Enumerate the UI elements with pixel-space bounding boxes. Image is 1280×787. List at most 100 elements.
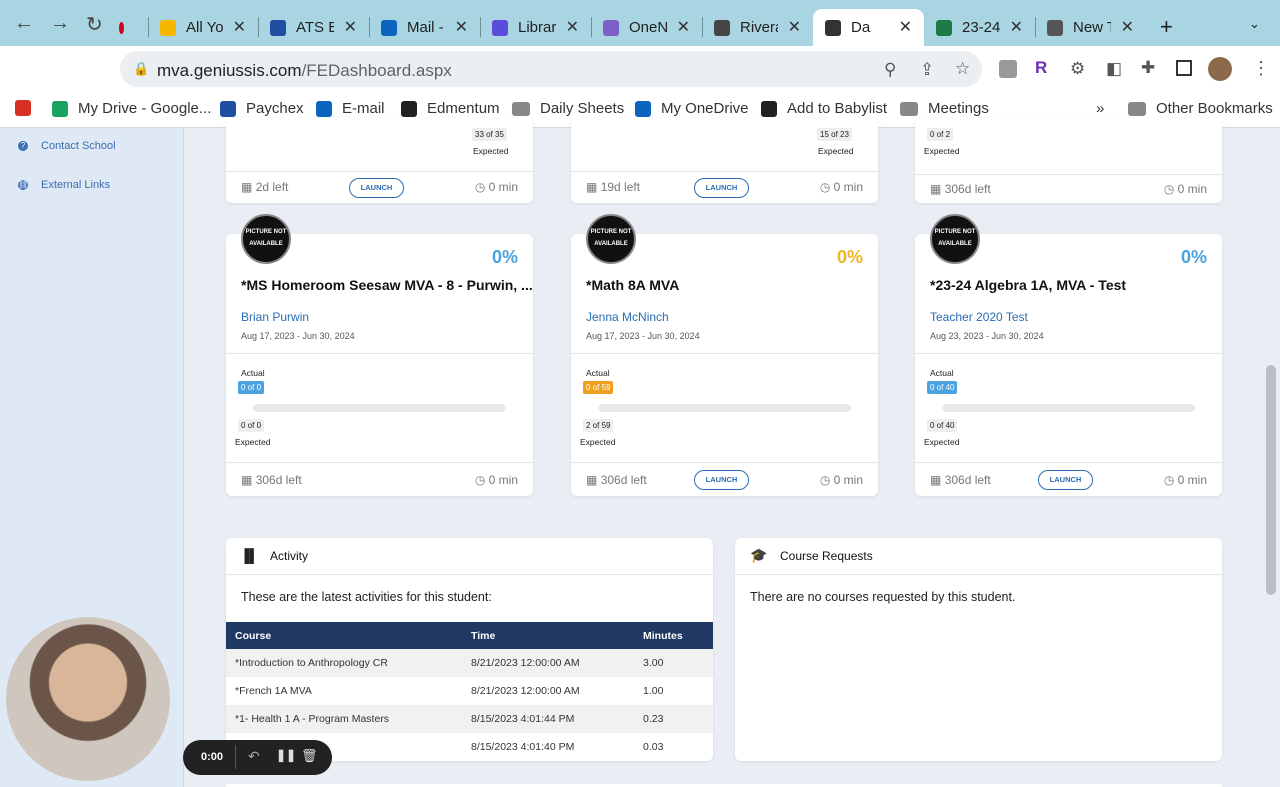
bookmark-label: Edmentum (427, 100, 500, 117)
bookmark-label: Daily Sheets (540, 100, 625, 117)
tab-4[interactable]: Library ✕ (480, 9, 591, 46)
actual-label: Actual (930, 368, 954, 378)
trash-icon[interactable]: 🗑 (301, 748, 318, 764)
expected-value: 2 of 59 (583, 419, 614, 432)
course-title[interactable]: *23-24 Algebra 1A, MVA - Test (930, 277, 1126, 293)
reload-icon[interactable]: ↻ (86, 12, 103, 37)
launch-button[interactable]: LAUNCH (694, 470, 749, 490)
edmentum-icon (401, 100, 417, 117)
lock-icon[interactable]: 🔒 (133, 61, 149, 77)
bookmark-item[interactable]: E-mail (316, 100, 385, 117)
bookmark-star-icon[interactable]: ☆ (955, 59, 970, 79)
extension-icon[interactable]: ◧ (1106, 59, 1122, 79)
tab-6[interactable]: Rivera ✕ (702, 9, 813, 46)
readwrite-extension-icon[interactable]: R (1035, 58, 1047, 78)
course-requests-panel: 🎓 Course Requests There are no courses r… (735, 538, 1222, 761)
tab-5[interactable]: OneNo ✕ (591, 9, 702, 46)
clock-icon: ◷ (474, 473, 486, 487)
pause-icon[interactable]: ❚❚ (276, 748, 296, 762)
teacher-link[interactable]: Brian Purwin (241, 310, 309, 324)
days-left-label: 306d left (944, 182, 991, 196)
minutes: ◷ 0 min (820, 473, 863, 487)
tab-1[interactable]: All You ✕ (148, 9, 258, 46)
bookmark-item[interactable] (15, 100, 41, 116)
expected-value: 0 of 40 (927, 419, 958, 432)
puzzle-icon[interactable]: ✚ (1141, 58, 1155, 78)
side-panel-icon[interactable] (1176, 60, 1192, 76)
bookmark-item[interactable]: Edmentum (401, 100, 500, 117)
close-icon[interactable]: ✕ (788, 17, 801, 37)
globe-icon (714, 19, 730, 36)
bookmarks-overflow-icon[interactable]: » (1096, 100, 1104, 117)
table-row: *1- Health 1 A - Program Masters 8/15/202… (226, 705, 713, 733)
forward-icon[interactable]: → (50, 12, 70, 35)
tab-8[interactable]: 23-24 ✕ (924, 9, 1035, 46)
tab-label: New T (1073, 19, 1111, 36)
tab-2[interactable]: ATS Ed ✕ (258, 9, 369, 46)
course-card: PICTURE NOT AVAILABLE 0% *Math 8A MVA Jenna… (571, 214, 878, 496)
column-header: Minutes (634, 622, 713, 649)
progress-track (598, 404, 851, 412)
babylist-icon (761, 100, 777, 117)
other-bookmarks[interactable]: Other Bookmarks (1128, 100, 1273, 117)
back-icon[interactable]: ← (14, 12, 34, 35)
launch-button[interactable]: LAUNCH (349, 178, 404, 198)
extension-icon[interactable]: ⚙ (1070, 59, 1085, 79)
recorder-time: 0:00 (201, 751, 224, 763)
bookmark-item[interactable]: Daily Sheets (512, 100, 624, 117)
calendar-icon: ▦ (586, 180, 598, 194)
close-icon[interactable]: ✕ (233, 17, 246, 37)
tab-3[interactable]: Mail - ✕ (369, 9, 480, 46)
table-cell: 8/21/2023 12:00:00 AM (471, 685, 580, 697)
zoom-icon[interactable]: ⚲ (884, 60, 896, 80)
close-icon[interactable]: ✕ (455, 17, 468, 37)
table-cell: 1.00 (643, 685, 664, 697)
bookmark-item[interactable]: My OneDrive (635, 100, 749, 117)
bookmark-item[interactable]: Meetings (900, 100, 989, 117)
close-icon[interactable]: ✕ (899, 17, 912, 37)
table-cell: 0.03 (643, 741, 664, 753)
tab-7[interactable]: Da ✕ (813, 9, 924, 46)
teacher-link[interactable]: Jenna McNinch (586, 310, 669, 324)
undo-icon[interactable]: ↶ (248, 748, 260, 765)
expected-label: Expected (924, 146, 960, 156)
expected-label: Expected (580, 437, 616, 447)
bookmark-item[interactable]: Paychex (220, 100, 304, 117)
close-icon[interactable]: ✕ (677, 17, 690, 37)
tab-label: ATS Ed (296, 19, 334, 36)
bookmark-item[interactable]: My Drive - Google... (52, 100, 211, 117)
close-icon[interactable]: ✕ (1121, 17, 1134, 37)
sidebar-item-contact[interactable]: ? Contact School (18, 140, 116, 152)
actual-badge: 0 of 59 (583, 381, 614, 394)
launch-button[interactable]: LAUNCH (694, 178, 749, 198)
close-icon[interactable]: ✕ (566, 17, 579, 37)
close-icon[interactable]: ✕ (344, 17, 357, 37)
scrollbar-thumb[interactable] (1266, 365, 1276, 595)
onenote-icon (603, 19, 619, 36)
url-text[interactable]: mva.geniussis.com/FEDashboard.aspx (157, 61, 452, 81)
excel-icon (936, 19, 952, 36)
table-cell: 3.00 (634, 649, 713, 677)
tab-search-icon[interactable]: ⌄ (1249, 16, 1260, 32)
expected-value: 0 of 0 (238, 419, 265, 432)
new-tab-button[interactable]: + (1160, 14, 1173, 40)
menu-icon[interactable]: ⋮ (1252, 58, 1270, 79)
folder-icon (1128, 101, 1146, 116)
avatar-text: PICTURE NOT AVAILABLE (245, 229, 287, 247)
course-title[interactable]: *Math 8A MVA (586, 277, 679, 293)
actual-badge: 0 of 40 (927, 381, 958, 394)
calendar-icon: ▦ (586, 473, 598, 487)
close-icon[interactable]: ✕ (1010, 17, 1023, 37)
profile-avatar[interactable] (1208, 57, 1232, 81)
tab-0[interactable] (112, 9, 148, 46)
share-icon[interactable]: ⇪ (920, 60, 934, 80)
extension-icon[interactable] (999, 60, 1017, 78)
days-left: ▦ 306d left (930, 473, 991, 487)
bookmark-item[interactable]: Add to Babylist (761, 100, 887, 117)
tab-9[interactable]: New T ✕ (1035, 9, 1146, 46)
table-cell: *1- Health 1 A - Program Masters (226, 705, 462, 733)
teacher-link[interactable]: Teacher 2020 Test (930, 310, 1028, 324)
launch-button[interactable]: LAUNCH (1038, 470, 1093, 490)
sidebar-item-links[interactable]: ⛓ External Links (18, 179, 110, 191)
course-title[interactable]: *MS Homeroom Seesaw MVA - 8 - Purwin, ..… (241, 277, 533, 293)
